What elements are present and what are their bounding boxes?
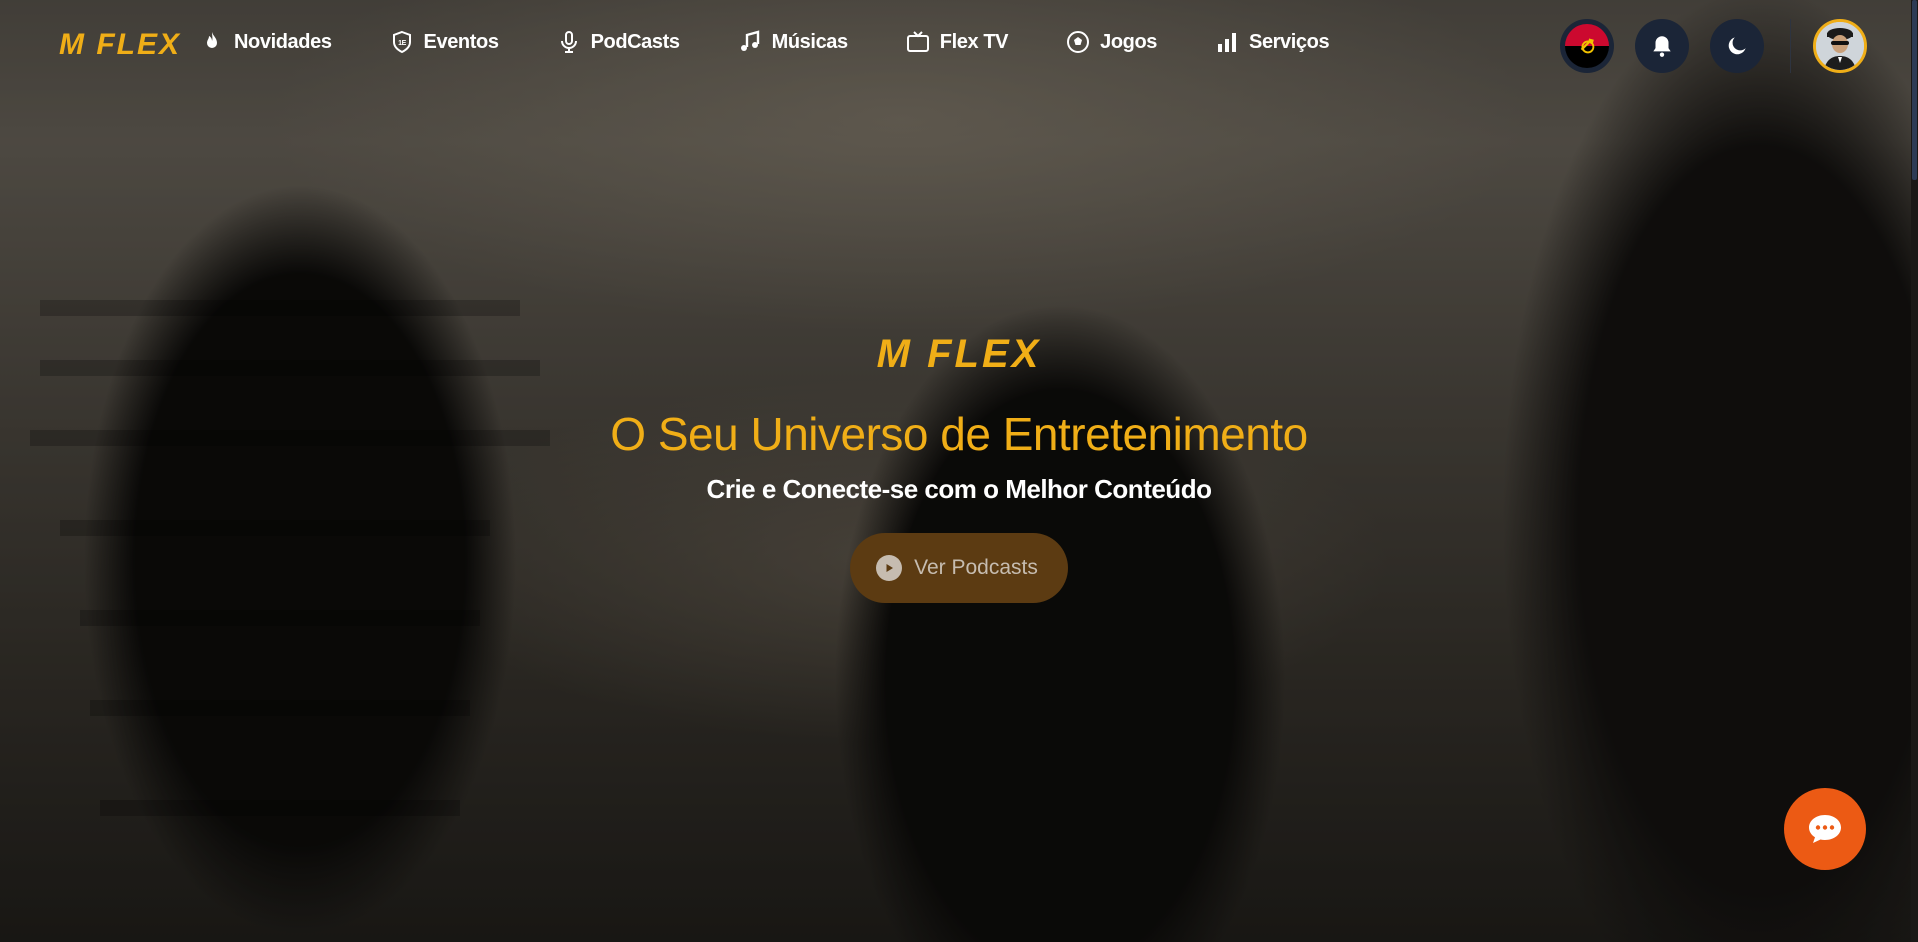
nav-item-label: Jogos: [1100, 30, 1157, 53]
nav-item-label: Eventos: [423, 30, 499, 53]
page: M FLEX Novidades 1E Eventos PodCasts Mús…: [0, 0, 1918, 942]
hero-section: M FLEX O Seu Universo de Entretenimento …: [0, 330, 1918, 603]
svg-text:1E: 1E: [398, 40, 406, 47]
chat-bubble-icon: [1809, 815, 1841, 843]
music-note-icon: [740, 30, 759, 51]
person-icon: [1816, 22, 1864, 70]
moon-icon: [1728, 37, 1746, 55]
bell-icon: [1653, 36, 1671, 57]
scrollbar-thumb[interactable]: [1912, 0, 1917, 180]
ver-podcasts-button[interactable]: Ver Podcasts: [850, 533, 1068, 603]
microphone-icon: [560, 31, 577, 53]
bar-chart-icon: [1218, 33, 1236, 52]
header-divider: [1790, 19, 1791, 73]
nav-links: Novidades 1E Eventos PodCasts Músicas Fl…: [200, 30, 1330, 54]
chat-button[interactable]: [1784, 788, 1866, 870]
play-circle-icon: [876, 555, 903, 581]
hero-subtitle: Crie e Conecte-se com o Melhor Conteúdo: [706, 474, 1212, 504]
top-navigation: M FLEX Novidades 1E Eventos PodCasts Mús…: [0, 0, 1918, 96]
cta-label: Ver Podcasts: [914, 556, 1038, 579]
nav-item-novidades[interactable]: Novidades: [200, 30, 332, 54]
notifications-button[interactable]: [1635, 19, 1689, 73]
nav-item-label: Músicas: [771, 30, 849, 53]
flame-icon: [207, 32, 217, 48]
nav-item-flex-tv[interactable]: Flex TV: [906, 30, 1008, 54]
header-actions: [1560, 19, 1867, 73]
nav-item-eventos[interactable]: 1E Eventos: [390, 30, 499, 54]
nav-item-podcasts[interactable]: PodCasts: [557, 30, 680, 54]
angola-flag-icon: [1565, 24, 1609, 68]
nav-item-label: PodCasts: [590, 30, 680, 53]
nav-item-jogos[interactable]: Jogos: [1066, 30, 1157, 54]
nav-item-servicos[interactable]: Serviços: [1215, 30, 1330, 54]
nav-item-label: Novidades: [234, 30, 332, 53]
hero-title: O Seu Universo de Entretenimento: [610, 408, 1308, 460]
brand-logo[interactable]: M FLEX: [59, 28, 181, 62]
tv-icon: [906, 31, 929, 52]
nav-item-musicas[interactable]: Músicas: [738, 30, 848, 54]
user-avatar[interactable]: [1813, 19, 1867, 73]
badge-icon: 1E: [392, 30, 411, 54]
theme-toggle-button[interactable]: [1710, 19, 1764, 73]
nav-item-label: Serviços: [1249, 30, 1330, 53]
nav-item-label: Flex TV: [939, 30, 1009, 53]
hero-logo: M FLEX: [876, 332, 1042, 376]
page-scrollbar[interactable]: [1911, 0, 1918, 942]
language-button[interactable]: [1560, 19, 1614, 73]
soccer-ball-icon: [1067, 31, 1090, 53]
